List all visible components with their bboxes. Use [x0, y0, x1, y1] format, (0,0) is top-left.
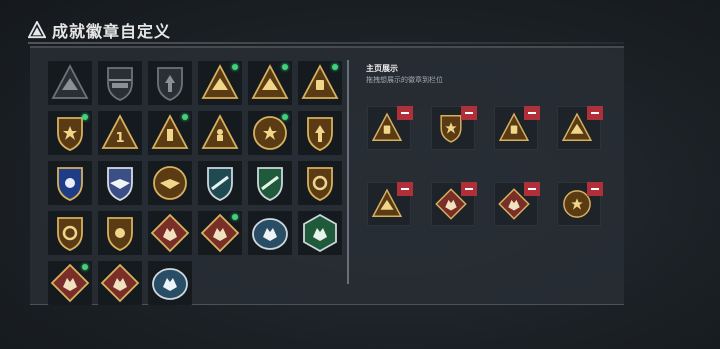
- winged-shield-badge-icon: [107, 217, 133, 251]
- wolf-emblem-badge-icon: [252, 218, 288, 250]
- dragon-hexagon-badge-icon: [303, 213, 337, 253]
- new-badge-indicator: [82, 264, 88, 270]
- badge-slot[interactable]: [248, 61, 292, 105]
- page-title: 成就徽章自定义: [52, 24, 172, 41]
- showcase-slot[interactable]: [367, 106, 413, 150]
- showcase-slot[interactable]: [431, 106, 477, 150]
- svg-text:1: 1: [115, 131, 124, 146]
- arrow-shield-badge-icon: [157, 67, 183, 101]
- new-badge-indicator: [282, 64, 288, 70]
- badge-slot[interactable]: [98, 261, 142, 305]
- badge-slot[interactable]: [98, 211, 142, 255]
- badge-slot[interactable]: [148, 211, 192, 255]
- badge-slot[interactable]: [98, 161, 142, 205]
- beast-diamond-badge-icon: [150, 213, 190, 253]
- badge-slot[interactable]: [48, 261, 92, 305]
- remove-badge-button[interactable]: [461, 182, 477, 196]
- remove-badge-button[interactable]: [397, 182, 413, 196]
- badge-slot[interactable]: [248, 161, 292, 205]
- badge-slot[interactable]: [48, 211, 92, 255]
- showcase-slot[interactable]: [557, 182, 603, 226]
- arrow-shield-badge-icon: [307, 117, 333, 151]
- badge-slot[interactable]: [298, 161, 342, 205]
- showcase-slot[interactable]: [431, 182, 477, 226]
- remove-badge-button[interactable]: [587, 106, 603, 120]
- showcase-slot[interactable]: [367, 182, 413, 226]
- badge-slot[interactable]: [198, 211, 242, 255]
- badge-slot[interactable]: [148, 111, 192, 155]
- rank-one-triangle-badge-icon: 1: [101, 114, 139, 149]
- remove-badge-button[interactable]: [397, 106, 413, 120]
- showcase-slot[interactable]: [557, 106, 603, 150]
- helicopter-badge-icon: [107, 67, 133, 101]
- new-badge-indicator: [282, 114, 288, 120]
- showcase-slot[interactable]: [494, 106, 540, 150]
- mountain-triangle-badge-icon: [51, 64, 89, 99]
- warrior-triangle-badge-icon: [201, 114, 239, 149]
- rifle-shield-badge-icon: [257, 167, 283, 201]
- triangle-emblem-icon: [28, 21, 46, 39]
- badge-slot[interactable]: [148, 161, 192, 205]
- badge-slot[interactable]: [98, 61, 142, 105]
- badge-slot[interactable]: 1: [98, 111, 142, 155]
- new-badge-indicator: [232, 64, 238, 70]
- showcase-slot[interactable]: [494, 182, 540, 226]
- ring-shield-badge-icon: [307, 167, 333, 201]
- badge-slot[interactable]: [248, 211, 292, 255]
- header-underline: [28, 42, 624, 44]
- badge-slot[interactable]: [48, 161, 92, 205]
- ring-shield-badge-icon: [57, 217, 83, 251]
- showcase-title: 主页展示: [366, 64, 398, 73]
- remove-badge-button[interactable]: [524, 182, 540, 196]
- badge-slot[interactable]: [198, 111, 242, 155]
- new-badge-indicator: [232, 214, 238, 220]
- badge-slot[interactable]: [248, 111, 292, 155]
- remove-badge-button[interactable]: [587, 182, 603, 196]
- panel-divider: [347, 60, 349, 284]
- page-header: 成就徽章自定义: [28, 18, 171, 42]
- blue-shield-badge-icon: [57, 167, 83, 201]
- badge-slot[interactable]: [298, 211, 342, 255]
- new-badge-indicator: [182, 114, 188, 120]
- badge-slot[interactable]: [198, 61, 242, 105]
- badge-slot[interactable]: [148, 261, 192, 305]
- new-badge-indicator: [332, 64, 338, 70]
- remove-badge-button[interactable]: [524, 106, 540, 120]
- badge-slot[interactable]: [48, 111, 92, 155]
- wings-medallion-badge-icon: [153, 166, 187, 200]
- badge-slot[interactable]: [298, 111, 342, 155]
- eagle-shield-badge-icon: [107, 167, 133, 201]
- wolf-emblem-badge-icon: [152, 268, 188, 300]
- badge-slot[interactable]: [298, 61, 342, 105]
- badge-slot[interactable]: [48, 61, 92, 105]
- rifle-shield-badge-icon: [207, 167, 233, 201]
- badge-slot[interactable]: [198, 161, 242, 205]
- remove-badge-button[interactable]: [461, 106, 477, 120]
- badge-slot[interactable]: [148, 61, 192, 105]
- beast-diamond-badge-icon: [100, 263, 140, 303]
- new-badge-indicator: [82, 114, 88, 120]
- showcase-subtitle: 拖拽想展示的徽章到栏位: [366, 77, 443, 84]
